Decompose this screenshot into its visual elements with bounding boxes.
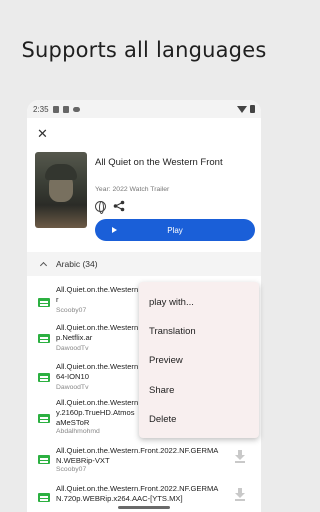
battery-icon [250,105,255,113]
subtitle-file-icon [38,334,50,343]
close-icon[interactable]: ✕ [37,126,48,142]
globe-icon[interactable] [95,201,106,214]
subtitle-filename: All.Quiet.on.the.Western.Front.2022.NF.G… [56,484,219,503]
subtitle-file-icon [38,373,50,382]
subtitle-uploader: Scooby07 [56,307,87,314]
menu-item-preview[interactable]: Preview [149,355,183,366]
language-group-label: Arabic (34) [56,259,98,269]
menu-item-delete[interactable]: Delete [149,414,176,425]
subtitle-uploader: Abdalhmohmd [56,428,100,435]
movie-title: All Quiet on the Western Front [95,157,223,168]
notification-icon [62,105,69,113]
menu-item-translation[interactable]: Translation [149,326,196,337]
play-button[interactable]: Play [95,219,255,241]
subtitle-uploader: DawoodTv [56,384,89,391]
download-icon[interactable] [235,450,245,463]
context-menu: play with... Translation Preview Share D… [139,282,259,438]
headline: Supports all languages [21,38,267,62]
subtitle-file-icon [38,455,50,464]
play-button-label: Play [167,225,183,235]
status-bar: 2:35 [27,100,261,118]
movie-poster [35,152,87,228]
chevron-up-icon [39,261,48,270]
status-time: 2:35 [33,104,49,114]
menu-item-share[interactable]: Share [149,385,174,396]
cloud-icon [72,106,80,112]
subtitle-file-icon [38,298,50,307]
language-group-header[interactable]: Arabic (34) [27,252,261,276]
home-indicator [118,506,170,509]
menu-item-play-with[interactable]: play with... [149,297,194,308]
subtitle-uploader: Scooby07 [56,466,87,473]
subtitle-file-icon [38,414,50,423]
movie-year-trailer[interactable]: Year: 2022 Watch Trailer [95,186,169,193]
share-icon[interactable] [113,200,125,212]
subtitle-uploader: DawoodTv [56,345,89,352]
sim-icon [52,105,59,113]
subtitle-filename: All.Quiet.on.the.Western.Front.2022.NF.G… [56,446,219,465]
wifi-icon [237,105,247,113]
subtitle-file-icon [38,493,50,502]
download-icon[interactable] [235,488,245,501]
